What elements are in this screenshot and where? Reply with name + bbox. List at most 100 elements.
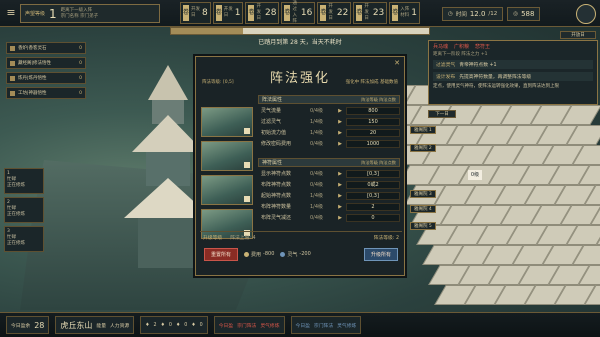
- map-tag[interactable]: 雅阁院 3: [410, 190, 436, 198]
- arrow-icon[interactable]: ▶: [334, 182, 346, 188]
- card-line: 2: [7, 200, 10, 205]
- formation-thumb[interactable]: [201, 107, 253, 137]
- disciple-card[interactable]: 2 忙碌 正在修炼: [4, 197, 44, 223]
- location-name: 虎丘东山: [60, 320, 93, 330]
- formation-upgrade-panel: ✕ 阵法强化 阵法等级: [0,5] 强化中 阵法加成 基础数值 阵法属性 阵法等…: [195, 56, 405, 276]
- arrow-icon[interactable]: ▶: [334, 119, 346, 125]
- arrow-icon[interactable]: ▶: [334, 141, 346, 147]
- formation-thumb[interactable]: [201, 175, 253, 205]
- day-slot[interactable]: 卷开发日 22: [317, 2, 352, 24]
- card-line: 忙碌: [7, 206, 16, 211]
- sect-emblem-icon[interactable]: [576, 4, 596, 24]
- formation-level-label: 阵法等级: [0,5]: [202, 80, 234, 85]
- building-icon: [10, 60, 15, 66]
- arrow-icon[interactable]: ▶: [334, 108, 346, 114]
- building-item[interactable]: 香炉|香客灵石 0: [6, 42, 86, 54]
- stat-value: [0,3]: [346, 191, 400, 200]
- day-slot[interactable]: 卷入阵材料 1: [389, 2, 421, 24]
- building-label: 藏经阁|修法悟性: [18, 61, 52, 66]
- player-sub-1: 距离下一级入阵: [60, 7, 93, 13]
- map-level-marker[interactable]: 0级: [468, 170, 482, 180]
- formation-thumb[interactable]: [201, 141, 253, 171]
- arrow-icon[interactable]: ▶: [334, 193, 346, 199]
- stat-name: 布阵神符点数: [261, 182, 292, 188]
- arrow-icon[interactable]: ▶: [334, 171, 346, 177]
- stat-points: 1/4级: [310, 204, 324, 210]
- panel-tabs[interactable]: 强化中 阵法加成 基础数值: [346, 79, 398, 85]
- time-display[interactable]: ◷ 时间 12.0/12: [442, 7, 504, 21]
- map-tag[interactable]: 雅阁院 1: [410, 126, 436, 134]
- stat-value: [0,3]: [346, 169, 400, 178]
- day-surplus[interactable]: 今日盈余 28: [6, 316, 50, 334]
- next-day-button[interactable]: 下一日: [428, 110, 456, 118]
- surplus-value: 28: [34, 320, 45, 330]
- stat-row: 显示神符点数 0/4级 ▶ [0,3]: [258, 169, 400, 178]
- bell-counter[interactable]: ♦ 2 ♦ 0 ♦ 0 ♦ 0: [140, 316, 208, 334]
- message-2[interactable]: 今日盈 宗门阵法 灵气修炼: [290, 316, 362, 334]
- stat-points: 1/4级: [310, 119, 324, 125]
- confirm-upgrade-button[interactable]: 升级所有: [363, 247, 398, 261]
- building-icon: [10, 45, 15, 51]
- slot-label: 开发日: [191, 7, 201, 18]
- bell-icon: ♦: [175, 322, 181, 328]
- event-line-value: 先提高神符数量，再调整阵法等级: [459, 75, 532, 80]
- scroll-icon: 卷: [248, 5, 255, 21]
- stat-points: 0/4级: [310, 215, 324, 221]
- event-line: 设计发布 先提高神符数量，再调整阵法等级: [433, 72, 593, 81]
- stat-value: 0: [346, 213, 400, 222]
- stat-name: 修改密码费用: [261, 141, 292, 147]
- building-list: 香炉|香客灵石 0 藏经阁|修法悟性 0 炼丹|炼丹悟性 0 工坊|神器悟性 0: [6, 42, 86, 102]
- menu-icon[interactable]: ≡: [4, 6, 18, 20]
- message-1[interactable]: 今日盈 宗门阵法 灵气修炼: [213, 316, 285, 334]
- building-item[interactable]: 工坊|神器悟性 0: [6, 87, 86, 99]
- day-slot[interactable]: 卷开发日 28: [245, 2, 280, 24]
- slot-value: 22: [336, 8, 349, 18]
- counter-value: 0: [184, 322, 188, 328]
- close-icon[interactable]: ✕: [393, 59, 401, 67]
- stat-name: 初始流力值: [261, 130, 287, 136]
- resource-display[interactable]: ◎ 588: [507, 7, 541, 21]
- event-name: 兵马魂: [433, 43, 449, 50]
- disciple-card[interactable]: 3 忙碌 正在修炼: [4, 226, 44, 252]
- bell-icon: ♦: [145, 322, 150, 328]
- arrow-icon[interactable]: ▶: [334, 130, 346, 136]
- day-slot[interactable]: 卷开发日 8: [180, 2, 211, 24]
- badge-icon: [244, 128, 250, 134]
- card-line: 1: [7, 171, 10, 176]
- slot-value: 23: [372, 8, 385, 18]
- stat-value: 150: [346, 117, 400, 126]
- footer-info: 升级等级 阵法上限: 4 阵法等级: 2: [200, 232, 402, 243]
- event-button[interactable]: 开放日: [560, 31, 596, 39]
- cost-value: -800: [263, 251, 275, 257]
- building-item[interactable]: 炼丹|炼丹悟性 0: [6, 72, 86, 84]
- qi-icon: [280, 251, 286, 257]
- slot-label: 入阵材料: [400, 7, 410, 18]
- stat-value: 0或2: [346, 180, 400, 189]
- slot-value: 16: [300, 8, 313, 18]
- arrow-icon[interactable]: ▶: [334, 215, 346, 221]
- map-tag[interactable]: 雅阁院 5: [410, 222, 436, 230]
- map-tag[interactable]: 雅阁院 4: [410, 205, 436, 213]
- stat-name: 布阵灵气减还: [261, 215, 292, 221]
- counter-value: 0: [199, 322, 203, 328]
- day-slot[interactable]: 卷开发日 1: [212, 2, 244, 24]
- day-slot[interactable]: 卷通过入阵 16: [281, 1, 316, 24]
- resource-value: 588: [521, 10, 535, 18]
- panel-footer: 升级等级 阵法上限: 4 阵法等级: 2 重置所有 费用 -800 灵气 -200 …: [200, 231, 402, 271]
- building-item[interactable]: 藏经阁|修法悟性 0: [6, 57, 86, 69]
- location-info[interactable]: 虎丘东山 能量 人力资源: [55, 316, 135, 334]
- reset-button[interactable]: 重置所有: [204, 247, 239, 261]
- scroll-icon: 卷: [215, 5, 222, 21]
- msg-text: 灵气修炼: [337, 323, 357, 329]
- arrow-icon[interactable]: ▶: [334, 204, 346, 210]
- msg-text: 今日盈: [218, 323, 234, 329]
- disciple-card[interactable]: 1 忙碌 正在修炼: [4, 168, 44, 194]
- day-slot[interactable]: 卷开发日 23: [353, 2, 388, 24]
- player-subtext: 距离下一级入阵 宗门名称 宗门弟子: [61, 8, 98, 20]
- formation-thumbnails: [201, 107, 253, 243]
- stat-value: 2: [346, 202, 400, 211]
- stat-row: 起始神符点数 1/4级 ▶ [0,3]: [258, 191, 400, 200]
- card-line: 正在修炼: [7, 212, 25, 217]
- player-title: 声望等级: [25, 11, 46, 17]
- map-tag[interactable]: 雅阁院 2: [410, 144, 436, 152]
